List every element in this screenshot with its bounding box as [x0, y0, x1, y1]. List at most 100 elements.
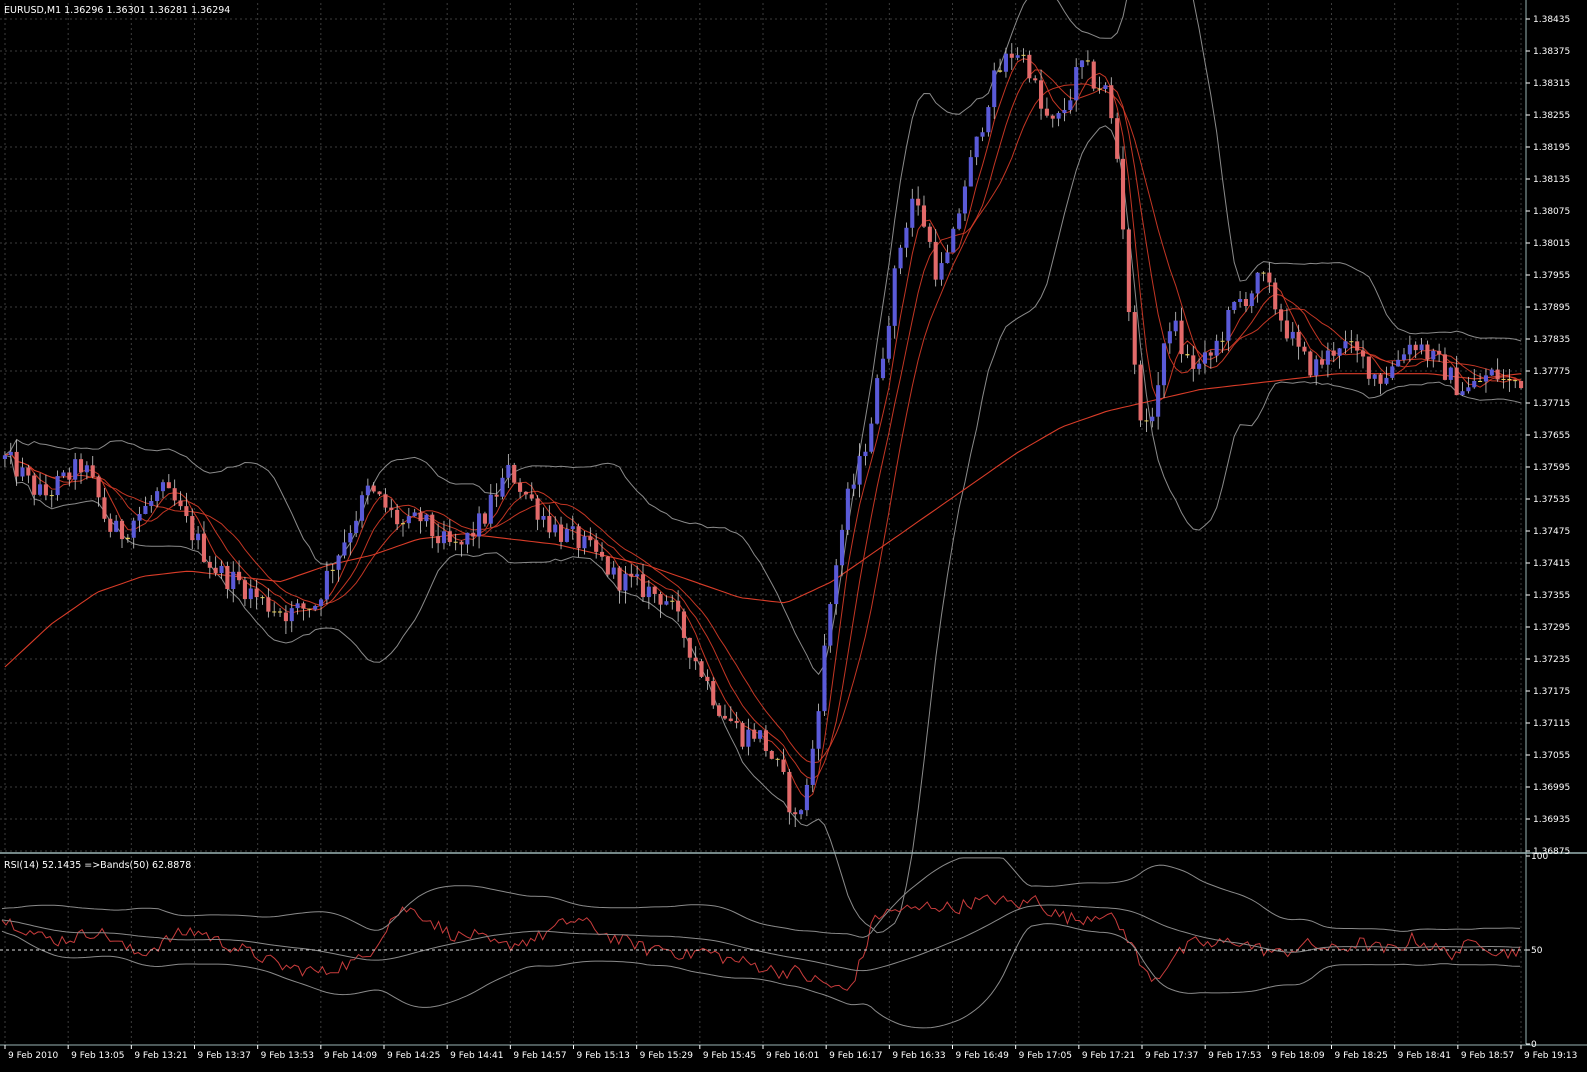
candle-body — [1044, 108, 1049, 116]
candle-body — [1390, 366, 1395, 378]
candle-body — [155, 491, 160, 502]
candle-body — [1378, 374, 1383, 384]
candle-body — [828, 604, 833, 646]
candle-body — [599, 551, 605, 557]
candle-body — [336, 555, 341, 570]
candle-body — [1337, 348, 1342, 356]
candle-body — [283, 612, 288, 622]
candle-body — [1349, 341, 1354, 343]
candle-body — [67, 472, 72, 480]
price-tick-label: 1.37655 — [1533, 431, 1570, 441]
candle-body — [617, 567, 622, 591]
candle-body — [1167, 331, 1172, 344]
candle-body — [1115, 118, 1120, 159]
candle-body — [1360, 350, 1366, 357]
candle-body — [1372, 374, 1377, 379]
candle-body — [1197, 363, 1202, 369]
candle-body — [1489, 369, 1494, 376]
candle-body — [301, 603, 306, 609]
candle-body — [225, 565, 230, 590]
candle-body — [1144, 420, 1149, 422]
candle-body — [1331, 350, 1336, 356]
price-tick-label: 1.37415 — [1533, 559, 1570, 569]
candle-body — [1109, 85, 1114, 119]
candle-body — [1308, 351, 1313, 376]
candle-body — [523, 491, 528, 495]
candle-body — [921, 205, 927, 227]
candle-body — [588, 536, 593, 541]
price-tick-label: 1.38315 — [1533, 79, 1570, 89]
rsi-tick-label: 100 — [1531, 852, 1548, 862]
candle-body — [951, 228, 956, 253]
candle-body — [992, 70, 997, 108]
candle-body — [73, 459, 78, 480]
candle-body — [149, 501, 154, 506]
candle-body — [1202, 352, 1208, 364]
candle-body — [605, 556, 610, 575]
candle-body — [1156, 385, 1161, 417]
candle-body — [8, 451, 13, 456]
candle-body — [395, 509, 400, 525]
candle-body — [348, 532, 353, 543]
candle-body — [38, 484, 43, 495]
time-tick-label: 9 Feb 13:21 — [134, 1051, 187, 1061]
candle-body — [781, 759, 786, 772]
candle-body — [1068, 100, 1073, 110]
price-tick-label: 1.38015 — [1533, 239, 1570, 249]
candle-body — [1501, 378, 1506, 380]
candle-body — [1085, 60, 1090, 62]
candle-body — [945, 252, 950, 264]
candle-body — [670, 600, 675, 602]
candle-body — [974, 136, 979, 158]
candle-body — [810, 748, 815, 785]
candle-body — [114, 520, 119, 532]
candle-body — [799, 810, 804, 815]
candle-body — [740, 722, 745, 747]
candle-body — [1103, 85, 1108, 90]
candle-body — [1396, 359, 1401, 367]
candle-body — [190, 516, 195, 541]
candle-body — [424, 514, 429, 522]
candle-body — [722, 715, 727, 719]
candle-body — [330, 569, 335, 571]
candle-body — [1003, 53, 1008, 72]
candle-body — [231, 571, 236, 590]
candle-body — [775, 758, 780, 760]
candle-body — [143, 505, 148, 515]
candle-body — [1161, 343, 1167, 386]
candle-body — [219, 565, 224, 574]
price-tick-label: 1.38435 — [1533, 15, 1570, 25]
candle-body — [734, 720, 739, 723]
candle-body — [910, 198, 915, 228]
candle-body — [1150, 416, 1155, 422]
candle-body — [1507, 378, 1512, 381]
candle-body — [108, 518, 113, 532]
price-tick-label: 1.37835 — [1533, 335, 1570, 345]
candle-body — [242, 580, 247, 600]
candle-body — [61, 472, 66, 477]
candle-body — [1097, 88, 1102, 90]
candle-body — [1401, 354, 1407, 360]
candle-body — [518, 482, 523, 492]
rsi-panel-title: RSI(14) 52.1435 =>Bands(50) 62.8878 — [4, 860, 191, 871]
price-tick-label: 1.37715 — [1533, 399, 1570, 409]
candle-body — [1074, 67, 1079, 101]
candle-body — [1232, 301, 1237, 310]
price-tick-label: 1.38135 — [1533, 175, 1570, 185]
candle-body — [752, 729, 757, 739]
price-tick-label: 1.37355 — [1533, 591, 1570, 601]
candle-body — [968, 157, 973, 187]
candle-body — [359, 495, 365, 521]
time-tick-label: 9 Feb 13:05 — [71, 1051, 124, 1061]
candle-body — [693, 657, 698, 662]
candle-body — [383, 494, 388, 508]
price-tick-label: 1.37055 — [1533, 751, 1570, 761]
candle-body — [834, 565, 839, 605]
candle-body — [1460, 391, 1465, 396]
candle-body — [570, 526, 575, 530]
candle-body — [763, 730, 768, 751]
price-tick-label: 1.38075 — [1533, 207, 1570, 217]
candle-body — [459, 541, 464, 545]
candle-body — [1255, 272, 1260, 294]
price-tick-label: 1.38375 — [1533, 47, 1570, 57]
